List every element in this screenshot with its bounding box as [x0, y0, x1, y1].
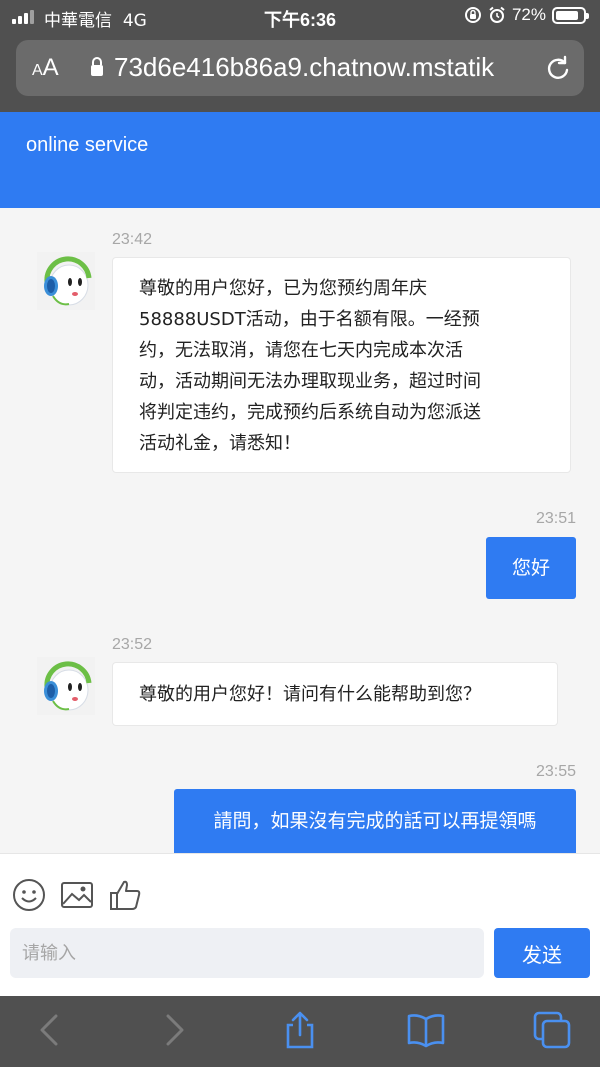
- text-size-button[interactable]: AA: [32, 54, 59, 82]
- agent-avatar-icon: [37, 252, 95, 310]
- status-bar: 中華電信 4G 下午6:36 72%: [0, 0, 600, 34]
- chat-header: online service: [0, 112, 600, 208]
- browser-toolbar: [0, 996, 600, 1067]
- address-bar[interactable]: AA 73d6e416b86a9.chatnow.mstatik: [16, 40, 584, 96]
- thumbs-up-icon[interactable]: [108, 878, 142, 912]
- send-button[interactable]: 发送: [494, 928, 590, 978]
- user-message: 您好: [486, 537, 576, 599]
- bookmarks-icon[interactable]: [406, 1010, 446, 1050]
- message-time: 23:51: [535, 510, 576, 527]
- alarm-icon: [489, 6, 505, 23]
- message-line: 活动礼金，请悉知！: [139, 433, 301, 454]
- message-line: 58888USDT活动，由于名额有限。一经预: [139, 309, 480, 330]
- page-title: online service: [26, 134, 149, 156]
- emoji-icon[interactable]: [12, 878, 46, 912]
- message-time: 23:55: [535, 763, 576, 780]
- message-line: 约，无法取消，请您在七天内完成本次活: [139, 340, 463, 361]
- lock-icon: [91, 57, 103, 76]
- agent-avatar-icon: [37, 657, 95, 715]
- message-line: 尊敬的用户您好！请问有什么能帮助到您？: [139, 684, 481, 705]
- message-time: 23:42: [112, 231, 153, 248]
- chat-log[interactable]: 23:42 尊敬的用户您好，已为您预约周年庆 58888USDT活动，由于名额有…: [0, 208, 600, 853]
- back-icon[interactable]: [30, 1010, 70, 1050]
- battery-icon: [552, 6, 589, 24]
- message-line: 动，活动期间无法办理取现业务，超过时间: [139, 371, 481, 392]
- agent-message: 尊敬的用户您好！请问有什么能帮助到您？: [112, 662, 558, 726]
- message-line: 将判定违约，完成预约后系统自动为您派送: [139, 402, 481, 423]
- tabs-icon[interactable]: [532, 1010, 572, 1050]
- message-line: 尊敬的用户您好，已为您预约周年庆: [139, 278, 427, 299]
- image-icon[interactable]: [60, 878, 94, 912]
- battery-percent: 72%: [511, 5, 546, 24]
- orientation-lock-icon: [464, 7, 481, 23]
- browser-top-chrome: 中華電信 4G 下午6:36 72% AA 73d6e416b86a9.chat…: [0, 0, 600, 112]
- url-text[interactable]: 73d6e416b86a9.chatnow.mstatik: [114, 52, 544, 83]
- message-composer: 发送: [0, 853, 600, 996]
- share-icon[interactable]: [280, 1010, 320, 1050]
- message-time: 23:52: [112, 636, 153, 653]
- user-message: 請問，如果沒有完成的話可以再提領嗎: [174, 789, 576, 853]
- reload-icon[interactable]: [544, 54, 572, 82]
- forward-icon[interactable]: [154, 1010, 194, 1050]
- message-input[interactable]: [10, 928, 484, 978]
- agent-message: 尊敬的用户您好，已为您预约周年庆 58888USDT活动，由于名额有限。一经预 …: [112, 257, 571, 473]
- status-right: 72%: [464, 5, 589, 25]
